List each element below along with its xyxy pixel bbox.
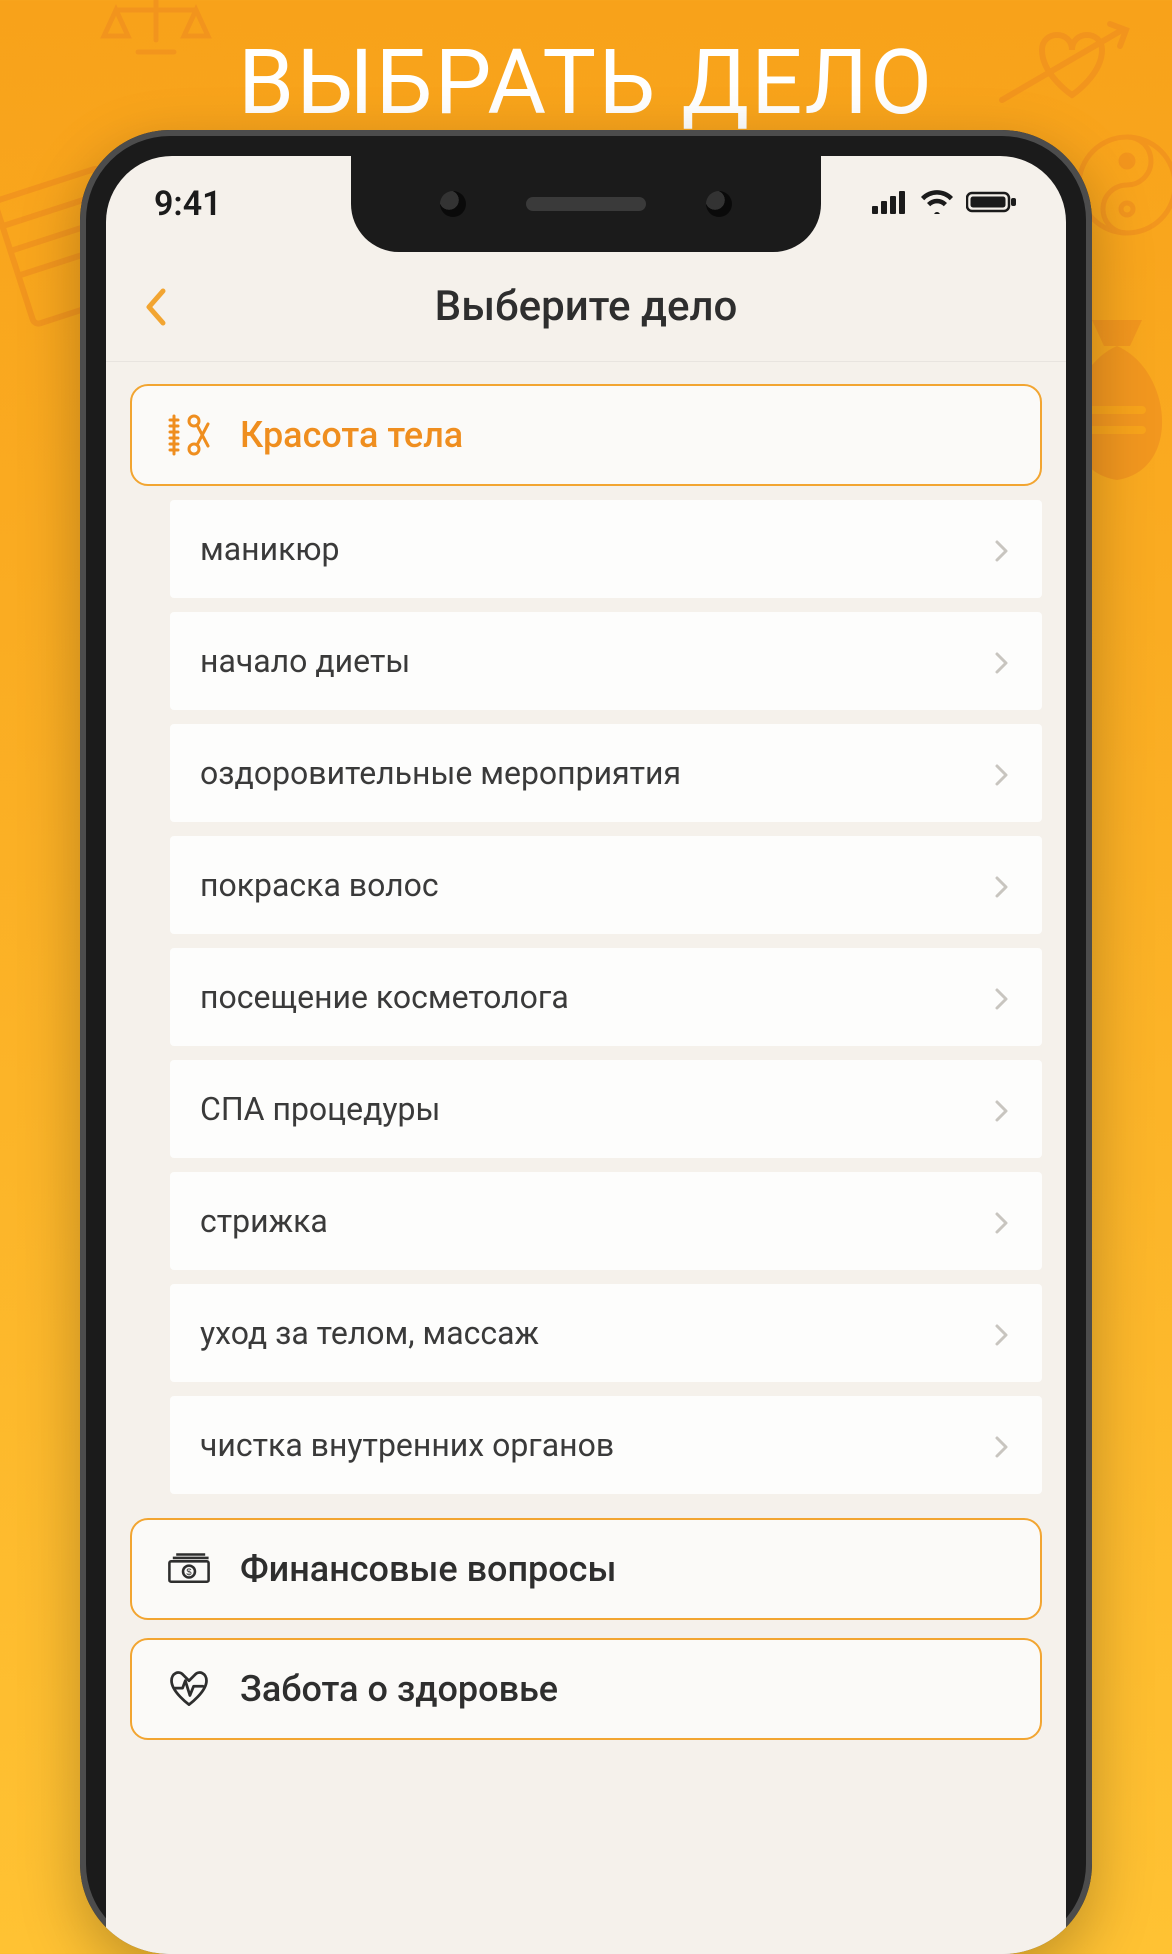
list-item[interactable]: посещение косметолога xyxy=(170,948,1042,1046)
category-health[interactable]: Забота о здоровье xyxy=(130,1638,1042,1740)
list-item[interactable]: оздоровительные мероприятия xyxy=(170,724,1042,822)
front-sensor-icon xyxy=(706,191,732,217)
list-item-label: оздоровительные мероприятия xyxy=(200,754,681,792)
chevron-right-icon xyxy=(994,651,1014,671)
svg-text:$: $ xyxy=(186,1567,192,1577)
wifi-icon xyxy=(920,190,954,218)
category-label: Забота о здоровье xyxy=(240,1668,558,1710)
chevron-left-icon xyxy=(143,287,169,327)
category-label: Красота тела xyxy=(240,414,463,456)
phone-frame: 9:41 Выберите дело xyxy=(80,130,1092,1954)
list-item-label: уход за телом, массаж xyxy=(200,1314,539,1352)
list-item-label: чистка внутренних органов xyxy=(200,1426,614,1464)
category-label: Финансовые вопросы xyxy=(240,1548,616,1590)
page-title: Выберите дело xyxy=(435,282,738,331)
status-time: 9:41 xyxy=(154,184,222,224)
item-list-beauty: маникюр начало диеты оздоровительные мер… xyxy=(170,500,1042,1494)
comb-scissors-icon xyxy=(166,412,212,458)
nav-header: Выберите дело xyxy=(106,252,1066,362)
list-item[interactable]: начало диеты xyxy=(170,612,1042,710)
content-scroll[interactable]: Красота тела маникюр начало диеты оздоро… xyxy=(106,362,1066,1954)
battery-icon xyxy=(966,190,1018,218)
list-item-label: посещение косметолога xyxy=(200,978,569,1016)
chevron-right-icon xyxy=(994,1323,1014,1343)
category-finance[interactable]: $ Финансовые вопросы xyxy=(130,1518,1042,1620)
chevron-right-icon xyxy=(994,1211,1014,1231)
list-item-label: начало диеты xyxy=(200,642,410,680)
list-item[interactable]: чистка внутренних органов xyxy=(170,1396,1042,1494)
chevron-right-icon xyxy=(994,1435,1014,1455)
heartbeat-icon xyxy=(166,1666,212,1712)
list-item-label: покраска волос xyxy=(200,866,439,904)
promo-title: ВЫБРАТЬ ДЕЛО xyxy=(0,30,1172,135)
list-item-label: маникюр xyxy=(200,530,339,568)
list-item-label: СПА процедуры xyxy=(200,1090,440,1128)
chevron-right-icon xyxy=(994,763,1014,783)
list-item[interactable]: стрижка xyxy=(170,1172,1042,1270)
speaker-grille xyxy=(526,197,646,211)
chevron-right-icon xyxy=(994,987,1014,1007)
list-item[interactable]: уход за телом, массаж xyxy=(170,1284,1042,1382)
list-item[interactable]: маникюр xyxy=(170,500,1042,598)
chevron-right-icon xyxy=(994,1099,1014,1119)
screen: 9:41 Выберите дело xyxy=(106,156,1066,1954)
list-item-label: стрижка xyxy=(200,1202,328,1240)
back-button[interactable] xyxy=(134,285,178,329)
chevron-right-icon xyxy=(994,539,1014,559)
notch xyxy=(351,156,821,252)
front-camera-icon xyxy=(440,191,466,217)
chevron-right-icon xyxy=(994,875,1014,895)
category-beauty[interactable]: Красота тела xyxy=(130,384,1042,486)
list-item[interactable]: покраска волос xyxy=(170,836,1042,934)
cellular-icon xyxy=(872,190,908,218)
list-item[interactable]: СПА процедуры xyxy=(170,1060,1042,1158)
money-stack-icon: $ xyxy=(166,1546,212,1592)
